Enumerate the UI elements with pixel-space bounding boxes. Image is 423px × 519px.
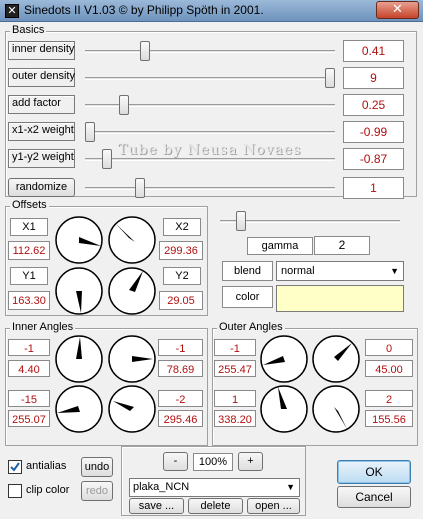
- outer-angles-group-label: Outer Angles: [217, 321, 285, 333]
- basics-label-3: add factor: [8, 95, 75, 114]
- y2-offset-dial-icon[interactable]: [107, 266, 157, 316]
- zoom-level: 100%: [193, 453, 233, 471]
- x1-label: X1: [10, 218, 48, 236]
- outer-angle-2-top[interactable]: 0: [365, 339, 413, 356]
- blend-mode-dropdown[interactable]: normal ▼: [276, 261, 404, 281]
- zoom-out-button[interactable]: -: [163, 452, 188, 471]
- color-label: color: [222, 286, 273, 308]
- outer-angle-1-bottom[interactable]: 255.47: [214, 360, 256, 377]
- basics-label-2: outer density: [8, 68, 75, 87]
- basics-label-4: x1-x2 weight: [8, 122, 75, 141]
- basics-value-2[interactable]: 9: [343, 67, 404, 89]
- save-preset-button[interactable]: save ...: [129, 498, 184, 514]
- outer-angle-1-dial-icon[interactable]: [259, 334, 309, 384]
- y2-label: Y2: [163, 267, 201, 285]
- cancel-button[interactable]: Cancel: [337, 486, 411, 508]
- redo-button[interactable]: redo: [81, 481, 113, 501]
- inner-angle-4-top[interactable]: -2: [158, 390, 203, 407]
- antialias-checkbox[interactable]: [8, 460, 22, 474]
- gamma-slider[interactable]: [220, 220, 400, 223]
- clip-color-checkbox[interactable]: [8, 484, 22, 498]
- basics-slider-thumb-5[interactable]: [101, 149, 112, 169]
- inner-angle-3-bottom[interactable]: 255.07: [8, 410, 50, 427]
- outer-angle-4-dial-icon[interactable]: [311, 384, 361, 434]
- close-button[interactable]: ✕: [376, 1, 419, 19]
- inner-angle-4-dial-icon[interactable]: [107, 384, 157, 434]
- basics-value-3[interactable]: 0.25: [343, 94, 404, 116]
- inner-angle-1-dial-icon[interactable]: [54, 334, 104, 384]
- basics-slider-4[interactable]: [85, 131, 335, 134]
- y1-value[interactable]: 163.30: [8, 291, 50, 310]
- clip-color-label: clip color: [26, 484, 70, 496]
- basics-label-1: inner density: [8, 41, 75, 60]
- basics-slider-6[interactable]: [85, 187, 335, 190]
- zoom-in-button[interactable]: +: [238, 452, 263, 471]
- inner-angles-group-label: Inner Angles: [10, 321, 76, 333]
- window-title: Sinedots II V1.03 © by Philipp Spöth in …: [24, 3, 264, 17]
- outer-angle-2-dial-icon[interactable]: [311, 334, 361, 384]
- inner-angle-2-top[interactable]: -1: [158, 339, 203, 356]
- inner-angle-1-top[interactable]: -1: [8, 339, 50, 356]
- basics-label-5: y1-y2 weight: [8, 149, 75, 168]
- x2-value[interactable]: 299.36: [159, 241, 203, 260]
- watermark-text: Tube by Neusa Novaes: [118, 142, 302, 158]
- basics-slider-thumb-2[interactable]: [325, 68, 335, 88]
- basics-value-4[interactable]: -0.99: [343, 121, 404, 143]
- checkmark-icon: [10, 462, 20, 472]
- basics-value-6[interactable]: 1: [343, 177, 404, 199]
- basics-slider-1[interactable]: [85, 50, 335, 53]
- inner-angle-3-dial-icon[interactable]: [54, 384, 104, 434]
- outer-angle-4-top[interactable]: 2: [365, 390, 413, 407]
- basics-slider-2[interactable]: [85, 77, 335, 80]
- antialias-label: antialias: [26, 460, 67, 472]
- outer-angle-2-bottom[interactable]: 45.00: [365, 360, 413, 377]
- x1-value[interactable]: 112.62: [8, 241, 50, 260]
- app-icon[interactable]: ✕: [5, 4, 19, 18]
- outer-angle-3-top[interactable]: 1: [214, 390, 256, 407]
- outer-angle-1-top[interactable]: -1: [214, 339, 256, 356]
- basics-slider-thumb-4[interactable]: [85, 122, 95, 142]
- outer-angle-3-dial-icon[interactable]: [259, 384, 309, 434]
- blend-label: blend: [222, 261, 273, 281]
- color-swatch[interactable]: [276, 285, 404, 312]
- basics-slider-5[interactable]: [85, 158, 335, 161]
- basics-slider-thumb-1[interactable]: [140, 41, 151, 61]
- delete-preset-button[interactable]: delete: [188, 498, 243, 514]
- chevron-down-icon: ▼: [390, 266, 399, 276]
- x2-offset-dial-icon[interactable]: [107, 215, 157, 265]
- basics-slider-thumb-6[interactable]: [135, 178, 146, 198]
- y1-label: Y1: [10, 267, 48, 285]
- basics-group-label: Basics: [10, 24, 47, 36]
- gamma-value[interactable]: 2: [314, 236, 370, 255]
- randomize-button[interactable]: randomize: [8, 178, 75, 197]
- undo-button[interactable]: undo: [81, 457, 113, 477]
- open-preset-button[interactable]: open ...: [247, 498, 300, 514]
- y2-value[interactable]: 29.05: [159, 291, 203, 310]
- inner-angle-2-bottom[interactable]: 78.69: [158, 360, 203, 377]
- outer-angle-3-bottom[interactable]: 338.20: [214, 410, 256, 427]
- chevron-down-icon: ▼: [286, 482, 295, 492]
- ok-button[interactable]: OK: [337, 460, 411, 484]
- offsets-group-label: Offsets: [10, 199, 49, 211]
- gamma-slider-thumb[interactable]: [236, 211, 246, 231]
- inner-angle-2-dial-icon[interactable]: [107, 334, 157, 384]
- x2-label: X2: [163, 218, 201, 236]
- preset-selected: plaka_NCN: [133, 481, 190, 493]
- y1-offset-dial-icon[interactable]: [54, 266, 104, 316]
- x1-offset-dial-icon[interactable]: [54, 215, 104, 265]
- outer-angle-4-bottom[interactable]: 155.56: [365, 410, 413, 427]
- inner-angle-3-top[interactable]: -15: [8, 390, 50, 407]
- gamma-label: gamma: [247, 237, 313, 255]
- basics-value-1[interactable]: 0.41: [343, 40, 404, 62]
- basics-slider-thumb-3[interactable]: [118, 95, 129, 115]
- preset-dropdown[interactable]: plaka_NCN ▼: [129, 478, 300, 497]
- basics-value-5[interactable]: -0.87: [343, 148, 404, 170]
- blend-mode-value: normal: [281, 265, 315, 277]
- inner-angle-1-bottom[interactable]: 4.40: [8, 360, 50, 377]
- inner-angle-4-bottom[interactable]: 295.46: [158, 410, 203, 427]
